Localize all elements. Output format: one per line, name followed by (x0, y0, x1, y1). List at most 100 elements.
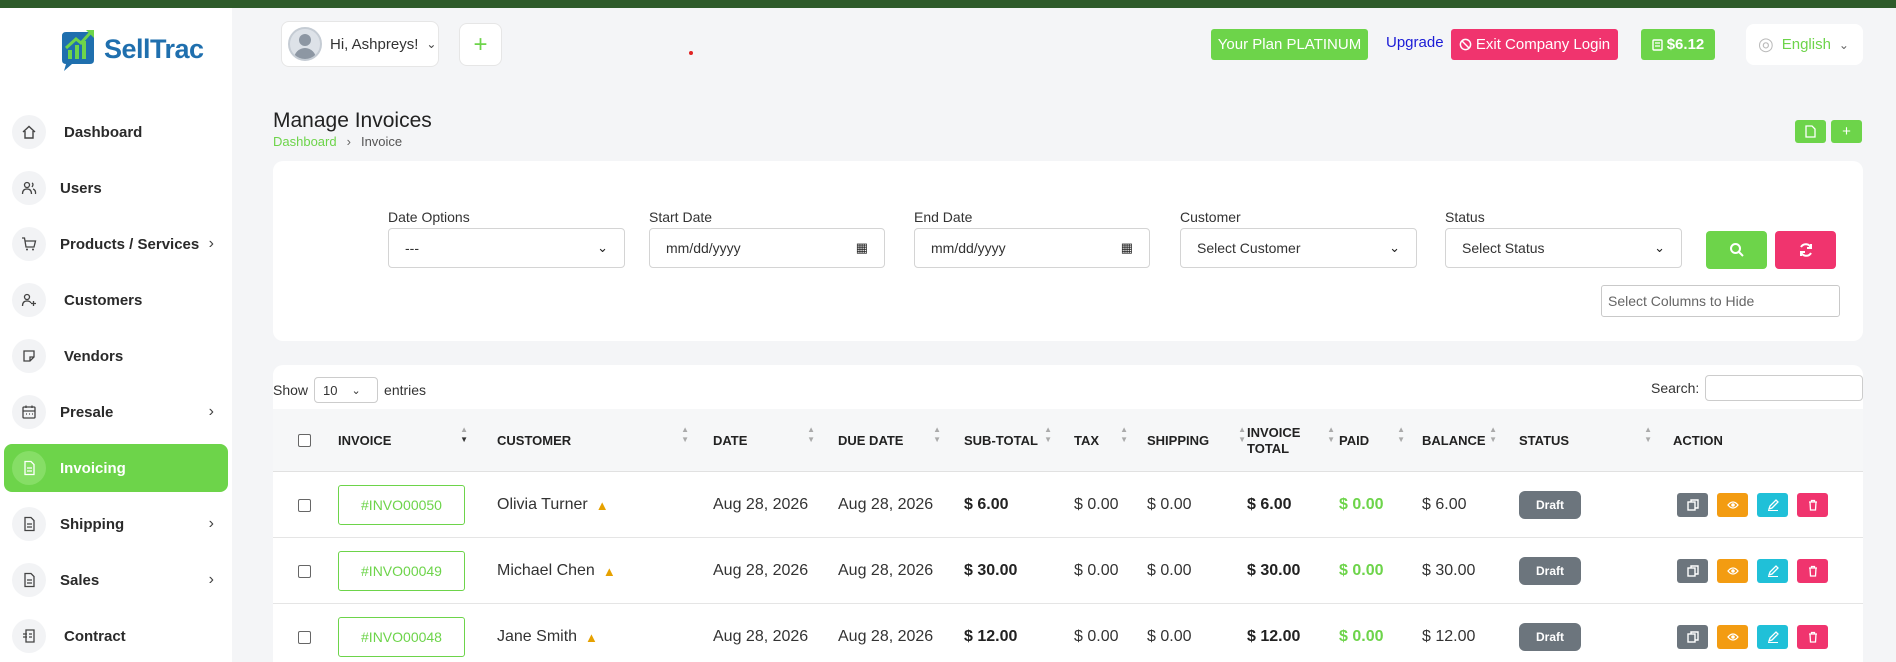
export-button[interactable] (1795, 120, 1826, 143)
due-date-cell: Aug 28, 2026 (838, 628, 934, 645)
edit-button[interactable] (1757, 559, 1788, 583)
sort-icon: ▲ ▼ (1489, 425, 1497, 444)
sidebar-item-label: Users (60, 179, 102, 197)
entries-select[interactable]: 10 ⌄ (314, 377, 379, 403)
sidebar-item-label: Customers (64, 291, 143, 309)
sidebar-item-presale[interactable]: Presale › (4, 388, 228, 436)
sidebar-item-invoicing[interactable]: Invoicing (4, 444, 228, 492)
sidebar-item-label: Products / Services (60, 235, 200, 253)
sidebar-item-label: Vendors (64, 347, 124, 365)
checkbox-box (298, 434, 311, 447)
calendar-icon[interactable]: ▦ (856, 240, 868, 256)
column-header-subtotal[interactable]: SUB-TOTAL ▲ ▼ (964, 409, 1052, 472)
logo[interactable]: SellTrac (58, 26, 204, 72)
sidebar-item-sales[interactable]: Sales › (4, 556, 228, 604)
calendar-icon (12, 395, 46, 429)
add-invoice-button[interactable]: + (1831, 120, 1862, 143)
sort-icon: ▲ ▼ (1238, 425, 1246, 444)
checkbox-box (298, 630, 311, 644)
invoice-number-link[interactable]: #INVO00048 (338, 617, 465, 657)
sidebar-item-users[interactable]: Users (4, 164, 228, 212)
status-badge: Draft (1519, 491, 1581, 519)
delete-button[interactable] (1797, 625, 1828, 649)
row-checkbox[interactable] (298, 604, 311, 662)
invoice-total-cell: $ 6.00 (1247, 496, 1292, 513)
select-all-checkbox[interactable] (298, 409, 311, 472)
wallet-balance-value: $6.12 (1666, 36, 1705, 53)
view-button[interactable] (1717, 559, 1748, 583)
date-options-select[interactable]: --- ⌄ (388, 228, 625, 268)
column-header-status[interactable]: STATUS ▲ ▼ (1519, 409, 1652, 472)
end-date-input[interactable]: mm/dd/yyyy ▦ (914, 228, 1150, 268)
column-header-date[interactable]: DATE ▲ ▼ (713, 409, 815, 472)
view-button[interactable] (1717, 493, 1748, 517)
checkbox-box (298, 564, 311, 578)
column-label: STATUS (1519, 432, 1570, 448)
wallet-balance-badge[interactable]: $6.12 (1641, 29, 1715, 60)
column-header-shipping[interactable]: SHIPPING ▲ ▼ (1147, 409, 1246, 472)
column-header-due-date[interactable]: DUE DATE ▲ ▼ (838, 409, 941, 472)
delete-button[interactable] (1797, 559, 1828, 583)
start-date-input[interactable]: mm/dd/yyyy ▦ (649, 228, 885, 268)
column-label: CUSTOMER (497, 432, 572, 448)
invoice-number-link[interactable]: #INVO00049 (338, 551, 465, 591)
shipping-cell: $ 0.00 (1147, 496, 1192, 513)
date-options-label: Date Options (388, 209, 470, 225)
breadcrumb-home-link[interactable]: Dashboard (273, 134, 337, 149)
sidebar-item-label: Invoicing (60, 459, 126, 477)
sidebar-item-dashboard[interactable]: Dashboard (4, 108, 228, 156)
column-header-tax[interactable]: TAX ▲ ▼ (1074, 409, 1128, 472)
home-icon (12, 115, 46, 149)
status-select[interactable]: Select Status ⌄ (1445, 228, 1682, 268)
table-search-input[interactable] (1705, 375, 1864, 401)
row-checkbox[interactable] (298, 538, 311, 604)
invoice-number-link[interactable]: #INVO00050 (338, 485, 465, 525)
subtotal-cell: $ 12.00 (964, 628, 1018, 645)
plan-badge[interactable]: Your Plan PLATINUM (1211, 29, 1368, 60)
view-button[interactable] (1717, 625, 1748, 649)
duplicate-button[interactable] (1677, 493, 1708, 517)
notification-dot (689, 51, 693, 55)
upgrade-link[interactable]: Upgrade (1386, 34, 1444, 51)
sidebar-item-shipping[interactable]: Shipping › (4, 500, 228, 548)
balance-cell: $ 6.00 (1422, 496, 1467, 513)
sidebar-item-customers[interactable]: Customers (4, 276, 228, 324)
row-checkbox[interactable] (298, 472, 311, 538)
column-header-balance[interactable]: BALANCE ▲ ▼ (1422, 409, 1497, 472)
columns-to-hide-select[interactable]: Select Columns to Hide (1601, 285, 1840, 317)
delete-button[interactable] (1797, 493, 1828, 517)
sidebar-item-vendors[interactable]: Vendors (4, 332, 228, 380)
sidebar-item-products-services[interactable]: Products / Services › (4, 220, 228, 268)
status-label: Status (1445, 209, 1485, 225)
duplicate-button[interactable] (1677, 559, 1708, 583)
customer-select[interactable]: Select Customer ⌄ (1180, 228, 1417, 268)
show-label: Show (273, 382, 309, 398)
duplicate-button[interactable] (1677, 625, 1708, 649)
search-label: Search: (1651, 380, 1700, 396)
entries-value: 10 (323, 382, 338, 398)
checkbox-box (298, 498, 311, 512)
tax-cell: $ 0.00 (1074, 562, 1119, 579)
quick-add-button[interactable]: + (459, 23, 502, 66)
user-menu[interactable]: Hi, Ashpreys! ⌄ (281, 21, 439, 67)
column-header-invoice-total[interactable]: INVOICE TOTAL ▲ ▼ (1247, 409, 1335, 472)
language-selector[interactable]: ◎ English ⌄ (1746, 24, 1863, 65)
column-header-paid[interactable]: PAID ▲ ▼ (1339, 409, 1405, 472)
column-header-invoice[interactable]: INVOICE ▲ ▼ (338, 409, 468, 472)
sidebar-item-contract[interactable]: Contract (4, 612, 228, 660)
edit-button[interactable] (1757, 493, 1788, 517)
warning-icon: ▲ (585, 629, 598, 645)
column-header-customer[interactable]: CUSTOMER ▲ ▼ (497, 409, 689, 472)
apply-filter-button[interactable] (1706, 231, 1767, 269)
status-badge: Draft (1519, 623, 1581, 651)
customer-name: Jane Smith (497, 628, 578, 645)
calendar-icon[interactable]: ▦ (1121, 240, 1133, 256)
due-date-cell: Aug 28, 2026 (838, 562, 934, 579)
edit-button[interactable] (1757, 625, 1788, 649)
plus-icon: + (1842, 123, 1851, 140)
copy-icon (1686, 631, 1699, 643)
reset-filter-button[interactable] (1775, 231, 1836, 269)
exit-company-login-button[interactable]: Exit Company Login (1451, 29, 1618, 60)
balance-cell: $ 30.00 (1422, 562, 1476, 579)
column-label: PAID (1339, 432, 1370, 448)
